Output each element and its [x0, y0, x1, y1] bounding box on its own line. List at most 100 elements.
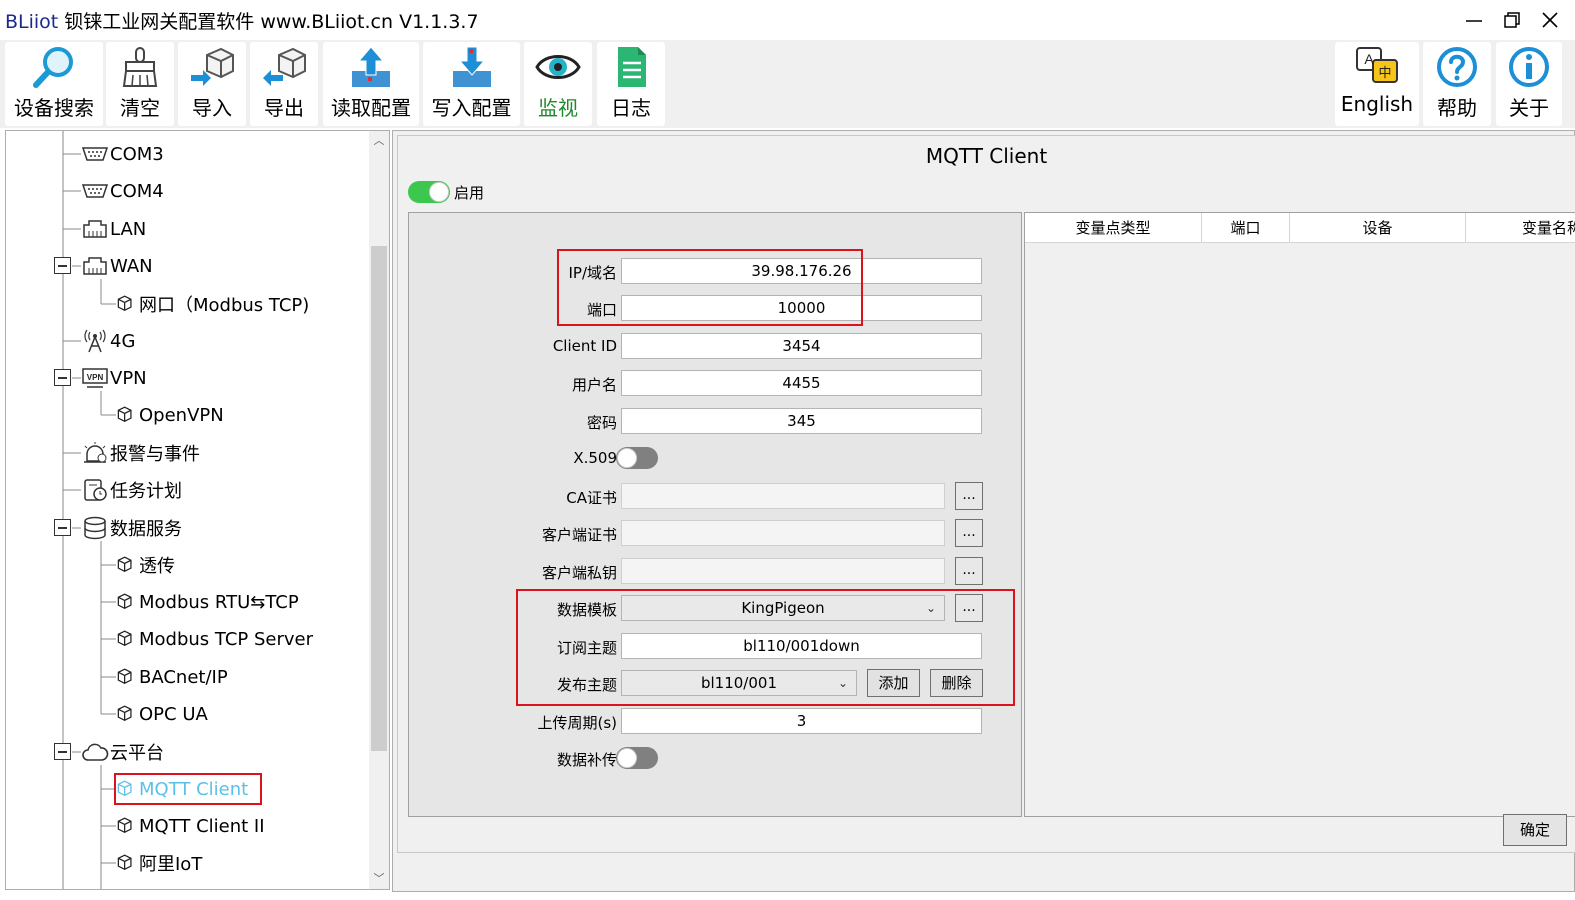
cube-icon: [117, 817, 132, 833]
config-panel: MQTT Client 启用 IP/域名 39.98.176.26 端口 100…: [392, 130, 1575, 892]
clear-label: 清空: [120, 96, 160, 120]
close-icon: [1542, 12, 1558, 28]
upload-period-input[interactable]: 3: [621, 708, 982, 734]
tree-item-label: 网口（Modbus TCP): [139, 295, 310, 316]
tree-item-com4[interactable]: COM4: [81, 178, 164, 204]
tree-item-vpn[interactable]: VPN VPN: [81, 365, 147, 391]
client-cert-label: 客户端证书: [541, 526, 617, 544]
username-input[interactable]: 4455: [621, 370, 982, 396]
tree-item-label: COM3: [110, 143, 164, 165]
tree-item-label: COM4: [110, 180, 164, 202]
title-bar: BLiiot 钡铼工业网关配置软件 www.BLiiot.cn V1.1.3.7: [0, 0, 1575, 40]
client-cert-browse-button[interactable]: ...: [955, 519, 983, 547]
device-tree-panel: COM3 COM4 LAN WAN 网口（Modbus TCP) 4G VPN …: [5, 130, 390, 890]
vpn-icon: VPN: [82, 368, 108, 388]
cube-icon: [117, 295, 132, 311]
variable-table: 变量点类型 端口 设备 变量名称: [1024, 212, 1575, 817]
tree-item-bacnet-ip[interactable]: BACnet/IP: [116, 664, 228, 690]
export-icon: [263, 47, 306, 86]
tree-item-cloud-platform[interactable]: 云平台: [81, 739, 164, 765]
help-label: 帮助: [1437, 96, 1477, 120]
alarm-icon: [84, 442, 107, 463]
cloud-collapse-toggle[interactable]: [54, 743, 71, 760]
tree-item-wan-modbus-tcp[interactable]: 网口（Modbus TCP): [116, 291, 309, 317]
about-button[interactable]: 关于: [1496, 42, 1562, 126]
close-button[interactable]: [1528, 0, 1572, 40]
data-resend-toggle[interactable]: [616, 747, 658, 769]
tree-item-label: 4G: [110, 330, 136, 352]
write-config-button[interactable]: 写入配置: [423, 42, 520, 126]
toolbar: 设备搜索 清空 导入 导出 读取配置 写入配置 监视 日志 A 中 Englis…: [0, 40, 1575, 128]
tree-item-opc-ua[interactable]: OPC UA: [116, 701, 208, 727]
ca-cert-input[interactable]: [621, 483, 945, 509]
minimize-icon: [1466, 20, 1482, 22]
read-config-button[interactable]: 读取配置: [323, 42, 419, 126]
title-text: 钡铼工业网关配置软件 www.BLiiot.cn V1.1.3.7: [58, 11, 479, 33]
tree-item-modbus-tcp-server[interactable]: Modbus TCP Server: [116, 626, 313, 652]
language-icon: A 中: [1356, 47, 1398, 83]
x509-toggle[interactable]: [616, 447, 658, 469]
tree-item-passthrough[interactable]: 透传: [116, 552, 175, 578]
import-button[interactable]: 导入: [178, 42, 246, 126]
tree-item-task-schedule[interactable]: 任务计划: [81, 477, 182, 503]
enable-toggle[interactable]: [408, 181, 450, 203]
clear-button[interactable]: 清空: [106, 42, 174, 126]
tree-item-label: 报警与事件: [110, 444, 200, 465]
scroll-up-icon[interactable]: ︿: [373, 135, 385, 147]
enable-label: 启用: [454, 184, 485, 202]
log-button[interactable]: 日志: [597, 42, 665, 126]
ca-cert-label: CA证书: [566, 489, 617, 507]
column-header-point-type[interactable]: 变量点类型: [1025, 213, 1202, 243]
column-header-variable-name[interactable]: 变量名称: [1466, 213, 1575, 243]
export-button[interactable]: 导出: [250, 42, 318, 126]
english-button[interactable]: A 中 English: [1335, 42, 1419, 126]
tree-item-openvpn[interactable]: OpenVPN: [116, 402, 224, 428]
ok-button[interactable]: 确定: [1503, 814, 1567, 846]
client-key-input[interactable]: [621, 558, 945, 584]
wan-collapse-toggle[interactable]: [54, 257, 71, 274]
serial-port-icon: [81, 184, 109, 198]
tree-item-data-service[interactable]: 数据服务: [81, 515, 182, 541]
data-service-collapse-toggle[interactable]: [54, 519, 71, 536]
tree-item-aliyun-iot[interactable]: 阿里IoT: [116, 850, 202, 876]
mqtt-settings-form: IP/域名 39.98.176.26 端口 10000 Client ID 34…: [408, 212, 1022, 817]
tree-scrollbar[interactable]: ︿ ﹀: [369, 131, 389, 889]
tree-scroll-thumb[interactable]: [371, 246, 387, 751]
client-key-browse-button[interactable]: ...: [955, 557, 983, 585]
tree-item-label: Modbus TCP Server: [139, 628, 314, 650]
client-id-label: Client ID: [552, 337, 617, 355]
device-search-button[interactable]: 设备搜索: [5, 42, 103, 126]
log-document-icon: [618, 47, 646, 87]
ca-cert-browse-button[interactable]: ...: [955, 482, 983, 510]
tree-item-label: BACnet/IP: [139, 666, 228, 688]
tree-item-com3[interactable]: COM3: [81, 141, 164, 167]
vpn-collapse-toggle[interactable]: [54, 369, 71, 386]
tree-item-modbus-rtu-tcp[interactable]: Modbus RTU⇆TCP: [116, 589, 299, 615]
tree-item-lan[interactable]: LAN: [81, 216, 146, 242]
tree-item-alarm-events[interactable]: 报警与事件: [81, 440, 200, 466]
tree-item-label: OPC UA: [139, 703, 208, 725]
language-icon-a: A: [1364, 51, 1374, 67]
scroll-down-icon[interactable]: ﹀: [373, 873, 385, 885]
column-header-port[interactable]: 端口: [1202, 213, 1290, 243]
monitor-button[interactable]: 监视: [524, 42, 592, 126]
about-label: 关于: [1509, 96, 1549, 120]
password-label: 密码: [586, 414, 617, 432]
device-search-label: 设备搜索: [14, 96, 94, 120]
window-title: BLiiot 钡铼工业网关配置软件 www.BLiiot.cn V1.1.3.7: [5, 7, 479, 34]
help-button[interactable]: 帮助: [1423, 42, 1491, 126]
antenna-icon: [84, 329, 106, 353]
client-cert-input[interactable]: [621, 520, 945, 546]
ethernet-icon: [83, 220, 107, 238]
tree-item-wan[interactable]: WAN: [81, 253, 153, 279]
client-id-input[interactable]: 3454: [621, 333, 982, 359]
tree-item-mqtt-client-2[interactable]: MQTT Client II: [116, 813, 265, 839]
password-input[interactable]: 345: [621, 408, 982, 434]
ethernet-icon: [83, 257, 107, 275]
tree-item-4g[interactable]: 4G: [81, 328, 135, 354]
cube-icon: [117, 406, 132, 422]
column-header-device[interactable]: 设备: [1290, 213, 1466, 243]
upload-icon: [352, 46, 390, 87]
broom-icon: [122, 47, 158, 87]
info-icon: [1509, 47, 1549, 87]
